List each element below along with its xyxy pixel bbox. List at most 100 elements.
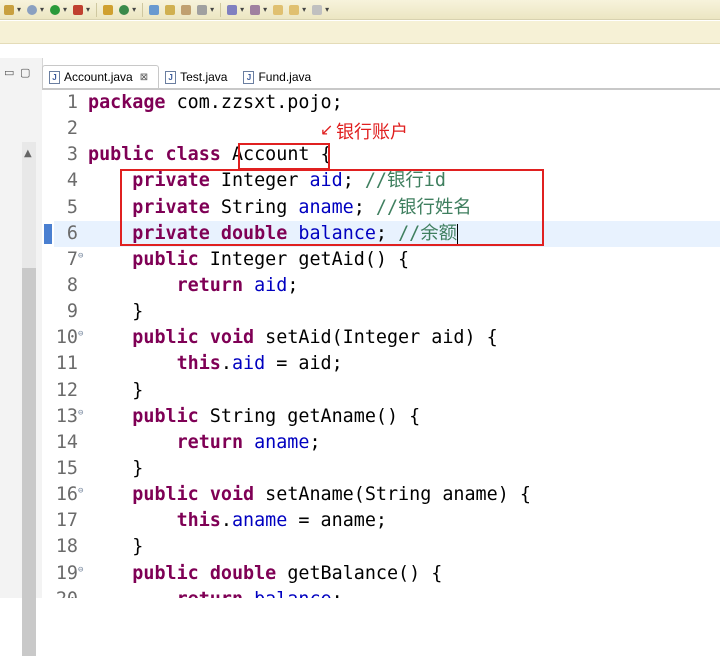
dropdown-caret-icon[interactable]: ▾ — [302, 5, 306, 14]
tool-icon[interactable] — [4, 4, 14, 15]
dropdown-caret-icon[interactable]: ▾ — [63, 5, 67, 14]
fold-toggle-icon[interactable]: ⊖ — [78, 325, 88, 343]
tab-account-java[interactable]: J Account.java ⊠ — [42, 65, 160, 88]
folder-icon[interactable] — [165, 4, 176, 15]
code-line[interactable]: 3 public class Account { — [54, 142, 720, 168]
code-line[interactable]: 1 package com.zzsxt.pojo; — [54, 90, 720, 116]
line-number: 16 — [55, 484, 78, 506]
secondary-toolbar-band — [0, 21, 720, 44]
nav-back-icon[interactable] — [273, 4, 284, 15]
line-number: 10 — [55, 327, 78, 349]
code-token: Integer getAid() { — [198, 248, 410, 270]
annotation-arrow-icon: ↙ — [320, 120, 334, 139]
code-token: void — [209, 327, 255, 349]
dropdown-caret-icon[interactable]: ▾ — [210, 5, 214, 14]
code-token: return — [176, 274, 244, 296]
code-line[interactable]: 13⊖ public String getAname() { — [54, 404, 720, 430]
editor-tabs: J Account.java ⊠ J Test.java J Fund.java — [42, 64, 720, 90]
overview-ruler — [42, 88, 54, 598]
prev-annotation-icon[interactable] — [250, 4, 261, 15]
dropdown-caret-icon[interactable]: ▾ — [325, 5, 329, 14]
minimize-icon[interactable]: ▭ — [4, 66, 14, 79]
code-line[interactable]: 15 } — [54, 456, 720, 482]
line-number: 8 — [66, 274, 78, 296]
dropdown-caret-icon[interactable]: ▾ — [17, 5, 21, 14]
code-token: ; — [332, 589, 343, 598]
dropdown-caret-icon[interactable]: ▾ — [263, 5, 267, 14]
close-icon[interactable]: ⊠ — [140, 72, 148, 83]
line-number: 18 — [55, 536, 78, 558]
refresh-icon[interactable] — [119, 4, 130, 15]
line-number: 5 — [66, 196, 78, 218]
code-token: . — [220, 353, 232, 375]
code-token: public — [132, 405, 199, 427]
code-token: . — [220, 510, 232, 532]
open-icon[interactable] — [181, 4, 192, 15]
tab-test-java[interactable]: J Test.java — [159, 66, 237, 88]
line-number: 15 — [55, 457, 78, 479]
scroll-up-icon[interactable]: ▲ — [24, 148, 32, 159]
code-line[interactable]: 12 } — [54, 378, 720, 404]
code-token: double — [209, 562, 277, 584]
dropdown-caret-icon[interactable]: ▾ — [240, 5, 244, 14]
java-file-icon: J — [49, 70, 60, 84]
code-token: com.zzsxt.pojo; — [165, 92, 343, 113]
code-token: void — [209, 484, 255, 506]
package-icon[interactable] — [149, 4, 160, 15]
code-line[interactable]: 11 this.aid = aid; — [54, 351, 720, 377]
toolbar-separator — [96, 2, 98, 17]
code-editor[interactable]: 1 package com.zzsxt.pojo; 2 3 public class A… — [54, 90, 720, 598]
debug-icon[interactable] — [73, 4, 84, 15]
fold-toggle-icon[interactable]: ⊖ — [78, 482, 88, 500]
java-file-icon: J — [165, 70, 177, 84]
code-token: package — [88, 92, 166, 113]
code-line[interactable]: 20 return balance; — [54, 587, 720, 598]
fold-toggle-icon[interactable]: ⊖ — [78, 247, 88, 265]
annotation-nav-icon[interactable] — [227, 4, 238, 15]
code-line[interactable]: 19⊖ public double getBalance() { — [54, 561, 720, 587]
fold-toggle-icon[interactable]: ⊖ — [78, 561, 88, 579]
tab-fund-java[interactable]: J Fund.java — [237, 66, 321, 88]
dropdown-caret-icon[interactable]: ▾ — [132, 5, 136, 14]
nav-back-icon[interactable] — [289, 4, 300, 15]
toolbar-separator — [220, 2, 222, 17]
nav-forward-icon[interactable] — [312, 4, 323, 15]
fold-toggle-icon[interactable]: ⊖ — [78, 404, 88, 422]
maximize-icon[interactable]: ▢ — [20, 66, 30, 79]
code-token: aname — [231, 510, 288, 532]
run-icon[interactable] — [50, 4, 61, 15]
pin-icon[interactable] — [197, 4, 208, 15]
line-number: 6 — [66, 222, 78, 244]
code-token: public — [132, 327, 199, 349]
code-line[interactable]: 7⊖ public Integer getAid() { — [54, 247, 720, 273]
gear-icon[interactable] — [27, 4, 38, 15]
code-line[interactable]: 18 } — [54, 534, 720, 560]
java-file-icon: J — [243, 70, 255, 84]
code-token: this — [176, 353, 221, 375]
code-token: = aname; — [287, 510, 387, 532]
code-line[interactable]: 10⊖ public void setAid(Integer aid) { — [54, 325, 720, 351]
code-line[interactable]: 17 this.aname = aname; — [54, 508, 720, 534]
toolbar-separator — [142, 2, 144, 17]
code-line[interactable]: 8 return aid; — [54, 273, 720, 299]
line-number: 13 — [55, 405, 78, 427]
code-line[interactable]: 16⊖ public void setAname(String aname) { — [54, 482, 720, 508]
code-line[interactable]: 9 } — [54, 299, 720, 325]
code-line[interactable]: 14 return aname; — [54, 430, 720, 456]
line-number: 9 — [66, 301, 78, 323]
dropdown-caret-icon[interactable]: ▾ — [40, 5, 44, 14]
dropdown-caret-icon[interactable]: ▾ — [86, 5, 90, 14]
new-icon[interactable] — [103, 4, 114, 15]
tab-label: Account.java — [64, 70, 133, 84]
line-number: 4 — [66, 170, 78, 192]
